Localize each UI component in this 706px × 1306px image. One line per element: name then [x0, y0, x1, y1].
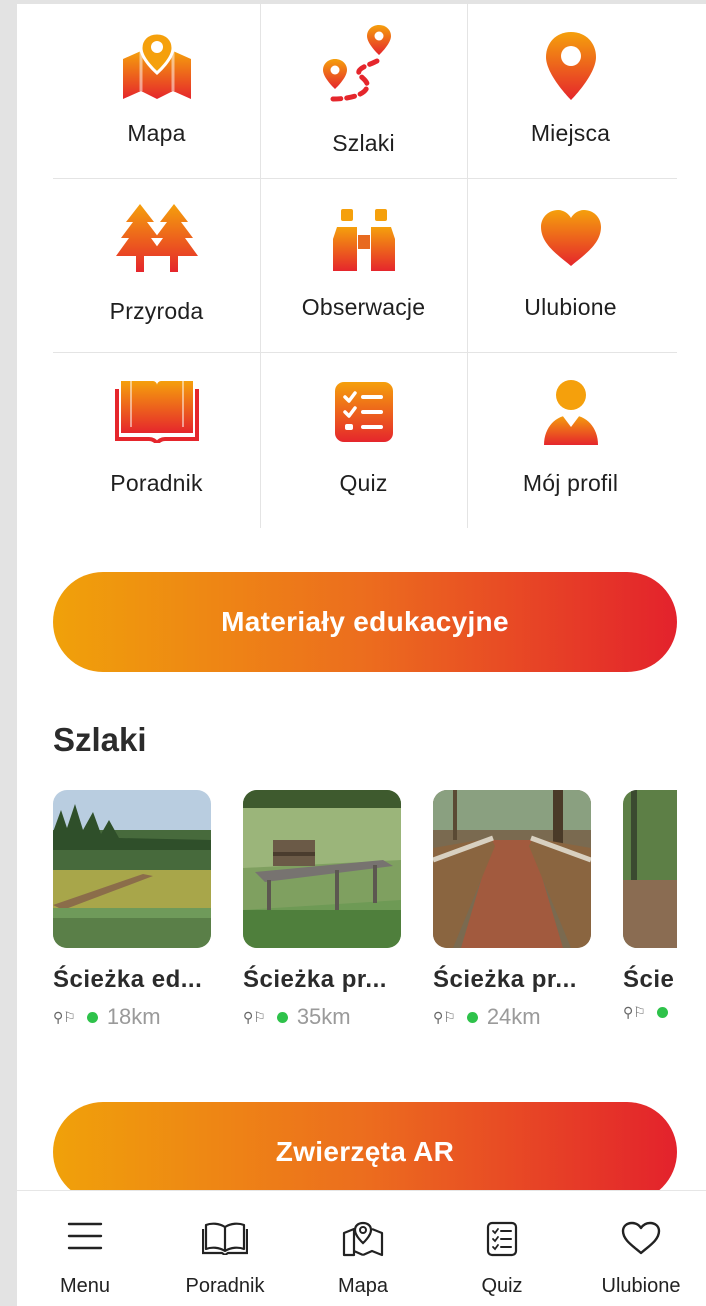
status-dot: [466, 1011, 478, 1023]
tile-label: Miejsca: [530, 120, 611, 146]
tile-quiz[interactable]: Quiz: [260, 352, 467, 526]
status-dot: [656, 1007, 668, 1018]
trail-name: Ście: [623, 966, 675, 993]
nav-label: Mapa: [337, 1275, 389, 1297]
route-icon: [260, 24, 467, 104]
tile-ulubione[interactable]: Ulubione: [467, 178, 674, 352]
bottom-navigation: Menu Poradnik Mapa Quiz Ulubione: [17, 1190, 706, 1306]
map-outline-icon: [303, 1221, 423, 1257]
nav-menu[interactable]: Menu: [25, 1191, 145, 1306]
nav-poradnik[interactable]: Poradnik: [165, 1191, 285, 1306]
book-outline-icon: [165, 1221, 285, 1255]
nav-quiz[interactable]: Quiz: [442, 1191, 562, 1306]
bike-walk-icon: ⚲⚐: [53, 1008, 76, 1025]
tile-przyroda[interactable]: Przyroda: [53, 178, 260, 352]
home-screen: Mapa Szlaki Miejsca Przyroda Obserwacje …: [17, 4, 706, 1306]
user-icon: [467, 372, 674, 452]
trail-meta: ⚲⚐: [623, 1004, 677, 1021]
nav-label: Quiz: [481, 1275, 523, 1297]
bike-walk-icon: ⚲⚐: [433, 1008, 456, 1025]
nav-ulubione[interactable]: Ulubione: [581, 1191, 701, 1306]
status-dot: [86, 1011, 98, 1023]
trail-photo: [623, 790, 677, 948]
trail-meta: ⚲⚐ 35km: [243, 1004, 413, 1030]
tile-label: Obserwacje: [301, 294, 426, 320]
trail-card[interactable]: Ście ⚲⚐: [623, 790, 677, 1021]
ar-animals-button[interactable]: Zwierzęta AR: [53, 1102, 677, 1202]
nav-label: Menu: [59, 1275, 111, 1297]
tile-szlaki[interactable]: Szlaki: [260, 4, 467, 178]
heart-outline-icon: [581, 1221, 701, 1255]
tile-moj-profil[interactable]: Mój profil: [467, 352, 674, 526]
trail-name: Ścieżka ed...: [53, 966, 203, 993]
trail-photo: [433, 790, 591, 948]
trail-card[interactable]: Ścieżka ed... ⚲⚐ 18km: [53, 790, 223, 1030]
trail-distance: 24km: [486, 1004, 541, 1029]
trail-name: Ścieżka pr...: [433, 966, 577, 993]
tile-obserwacje[interactable]: Obserwacje: [260, 178, 467, 352]
tile-poradnik[interactable]: Poradnik: [53, 352, 260, 526]
binoculars-icon: [260, 200, 467, 280]
trail-photo: [53, 790, 211, 948]
nav-label: Ulubione: [601, 1275, 681, 1297]
tile-label: Quiz: [339, 470, 388, 496]
section-title-szlaki: Szlaki: [53, 721, 147, 758]
checklist-outline-icon: [442, 1221, 562, 1257]
trail-meta: ⚲⚐ 18km: [53, 1004, 223, 1030]
nav-label: Poradnik: [185, 1275, 265, 1297]
tile-label: Szlaki: [332, 130, 395, 156]
trail-photo: [243, 790, 401, 948]
trail-distance: 18km: [106, 1004, 161, 1029]
tile-label: Mój profil: [522, 470, 619, 496]
trees-icon: [53, 198, 260, 278]
map-pin-icon: [53, 26, 260, 106]
tile-miejsca[interactable]: Miejsca: [467, 4, 674, 178]
hamburger-icon: [25, 1221, 145, 1251]
bike-walk-icon: ⚲⚐: [623, 1004, 646, 1020]
heart-icon: [467, 198, 674, 278]
trails-carousel[interactable]: Ścieżka ed... ⚲⚐ 18km Ścieżka pr... ⚲⚐ 3…: [53, 790, 677, 1050]
trail-distance: 35km: [296, 1004, 351, 1029]
location-pin-icon: [467, 26, 674, 106]
bike-walk-icon: ⚲⚐: [243, 1008, 266, 1025]
trail-meta: ⚲⚐ 24km: [433, 1004, 603, 1030]
tile-label: Przyroda: [109, 298, 204, 324]
checklist-icon: [260, 372, 467, 452]
tile-label: Mapa: [127, 120, 186, 146]
tile-label: Poradnik: [110, 470, 203, 496]
trail-card[interactable]: Ścieżka pr... ⚲⚐ 35km: [243, 790, 413, 1030]
status-dot: [276, 1011, 288, 1023]
trail-name: Ścieżka pr...: [243, 966, 387, 993]
nav-mapa[interactable]: Mapa: [303, 1191, 423, 1306]
tile-mapa[interactable]: Mapa: [53, 4, 260, 178]
educational-materials-button[interactable]: Materiały edukacyjne: [53, 572, 677, 672]
trail-card[interactable]: Ścieżka pr... ⚲⚐ 24km: [433, 790, 603, 1030]
feature-grid: Mapa Szlaki Miejsca Przyroda Obserwacje …: [53, 4, 677, 528]
tile-label: Ulubione: [524, 294, 617, 320]
book-icon: [53, 370, 260, 450]
